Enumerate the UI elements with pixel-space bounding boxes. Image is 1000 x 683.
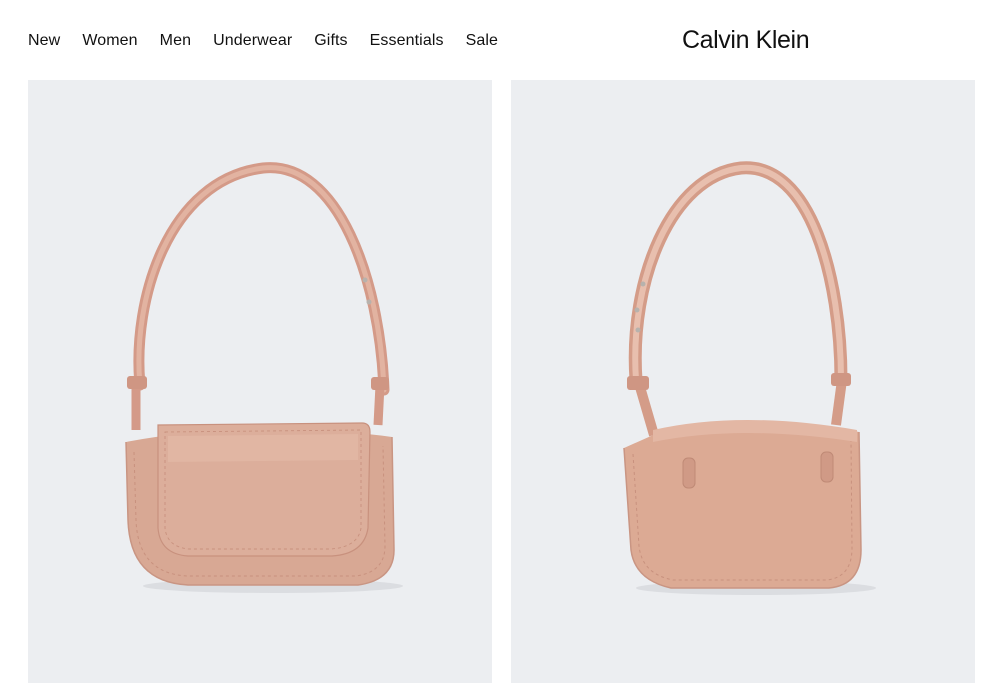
handbag-front-illustration — [125, 162, 403, 593]
nav-item-women[interactable]: Women — [82, 30, 137, 52]
handbag-back-illustration — [623, 161, 876, 595]
product-image-front[interactable] — [28, 80, 492, 683]
site-header: New Women Men Underwear Gifts Essentials… — [0, 0, 1000, 80]
main-nav: New Women Men Underwear Gifts Essentials… — [28, 30, 520, 52]
nav-item-men[interactable]: Men — [160, 30, 191, 52]
nav-item-new[interactable]: New — [28, 30, 60, 52]
product-image-back[interactable] — [511, 80, 975, 683]
brand-logo[interactable]: Calvin Klein — [682, 24, 810, 56]
nav-item-gifts[interactable]: Gifts — [314, 30, 347, 52]
nav-item-underwear[interactable]: Underwear — [213, 30, 292, 52]
nav-item-sale[interactable]: Sale — [466, 30, 498, 52]
product-gallery — [28, 80, 975, 683]
nav-item-essentials[interactable]: Essentials — [370, 30, 444, 52]
